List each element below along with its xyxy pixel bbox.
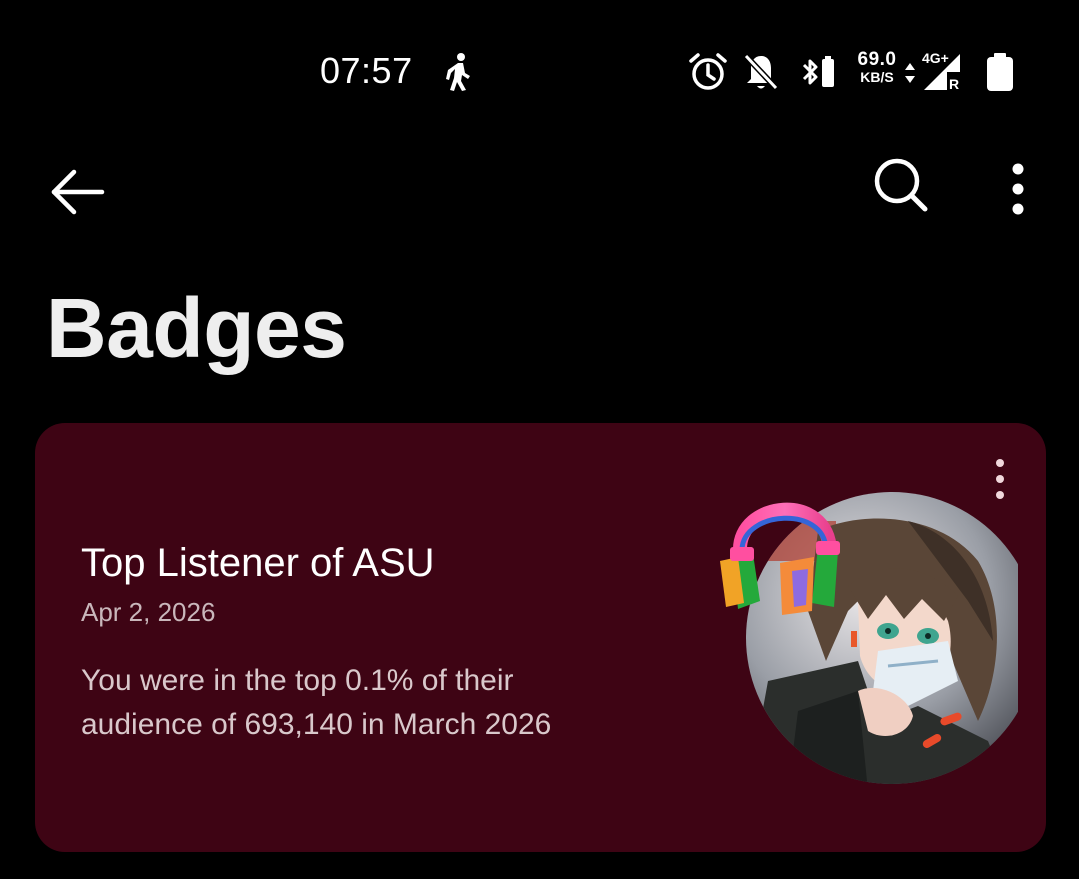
network-speed-unit: KB/S <box>860 69 894 85</box>
badge-description: You were in the top 0.1% of their audien… <box>81 664 552 741</box>
data-updown-icon <box>905 63 915 83</box>
badge-card[interactable]: Top Listener of ASU Apr 2, 2026 You were… <box>35 423 1046 852</box>
artist-avatar <box>720 492 1018 784</box>
search-icon <box>874 158 928 212</box>
more-vert-icon <box>1012 163 1024 215</box>
arrow-left-icon <box>51 169 105 215</box>
network-type: 4G+ <box>922 50 949 66</box>
bell-off-icon <box>743 53 779 91</box>
search-button[interactable] <box>860 148 940 220</box>
app-bar <box>0 140 1079 230</box>
network-speed-value: 69.0 <box>857 49 897 70</box>
bluetooth-icon <box>802 56 834 87</box>
signal-indicator: 4G+ R <box>920 50 966 92</box>
more-options-button[interactable] <box>990 148 1046 220</box>
badge-date: Apr 2, 2026 <box>81 597 216 627</box>
battery-icon <box>987 53 1013 91</box>
back-button[interactable] <box>40 152 120 218</box>
status-bar: 07:57 69.0 KB/S 4G+ R <box>0 0 1079 140</box>
alarm-icon <box>689 53 727 90</box>
status-time: 07:57 <box>320 50 413 91</box>
page-title: Badges <box>46 281 347 375</box>
roaming-indicator: R <box>949 76 960 92</box>
walk-icon <box>446 53 470 91</box>
network-speed: 69.0 KB/S <box>852 50 902 84</box>
badge-title: Top Listener of ASU <box>81 541 435 585</box>
